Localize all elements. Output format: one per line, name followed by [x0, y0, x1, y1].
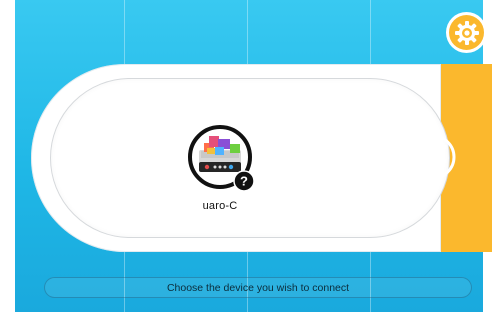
- refresh-icon: [410, 134, 456, 180]
- settings-button-face: [449, 15, 484, 50]
- device-connect-screen: ? uaro-C Choose the device you wish to c…: [0, 0, 492, 312]
- status-bar: Choose the device you wish to connect: [44, 277, 472, 298]
- settings-button[interactable]: [446, 12, 487, 53]
- device-item[interactable]: ? uaro-C: [179, 124, 261, 244]
- device-name: uaro-C: [202, 200, 238, 212]
- refresh-button[interactable]: [409, 133, 457, 181]
- gear-icon: [454, 20, 479, 45]
- question-mark-icon: ?: [233, 170, 255, 192]
- svg-text:?: ?: [240, 174, 248, 189]
- status-message: Choose the device you wish to connect: [166, 281, 350, 294]
- robot-kit-icon: ?: [187, 124, 255, 192]
